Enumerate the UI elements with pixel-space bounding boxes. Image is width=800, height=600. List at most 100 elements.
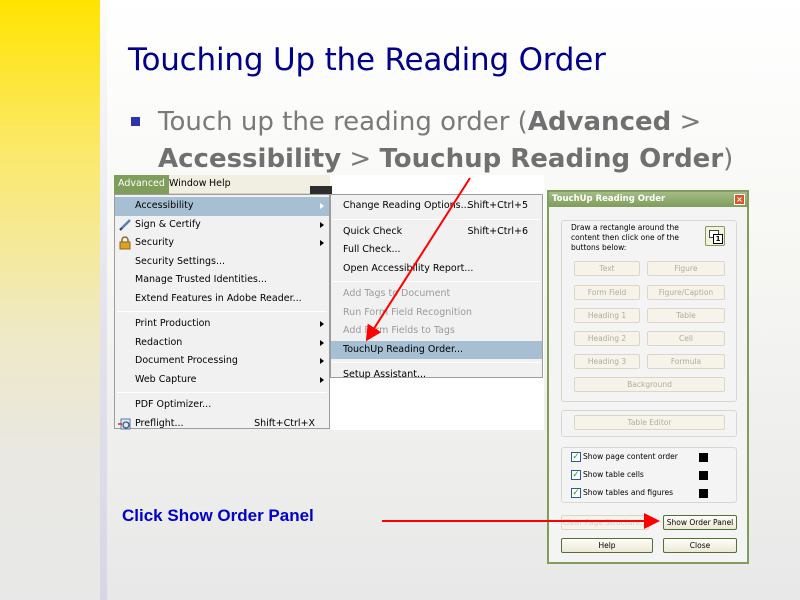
submenu-arrow-icon	[320, 358, 324, 364]
form-field-button[interactable]: Form Field	[574, 285, 640, 300]
menu-item-label: Add Tags to Document	[343, 288, 451, 299]
menubar: Advanced Window Help	[114, 175, 330, 194]
bullet-text-accessibility: Accessibility	[158, 144, 342, 174]
submenu-arrow-icon	[320, 221, 324, 228]
menu-item-full-check[interactable]: Full Check...	[331, 241, 542, 260]
menu-item-label: Quick Check	[343, 225, 403, 237]
heading-3-button[interactable]: Heading 3	[574, 354, 640, 369]
menu-item-preflight[interactable]: Preflight... Shift+Ctrl+X	[115, 415, 329, 434]
menu-item-manage-trusted-identities[interactable]: Manage Trusted Identities...	[115, 271, 329, 290]
menu-item-label: Web Capture	[135, 373, 197, 385]
advanced-menu: Accessibility Sign & Certify Security Se…	[114, 194, 330, 429]
menu-item-print-production[interactable]: Print Production	[115, 315, 329, 334]
menu-item-label: Manage Trusted Identities...	[135, 274, 267, 285]
callout-text: Click Show Order Panel	[122, 506, 314, 525]
clear-page-structure-button: Clear Page Structure...	[561, 515, 649, 530]
menubar-advanced[interactable]: Advanced	[114, 175, 169, 194]
submenu-arrow-icon	[320, 240, 324, 246]
menu-item-label: Full Check...	[343, 244, 401, 255]
menu-item-change-reading-options[interactable]: Change Reading Options... Shift+Ctrl+5	[331, 197, 542, 216]
bullet-text: Touch up the reading order (Advanced > A…	[158, 104, 788, 178]
menu-item-label: Open Accessibility Report...	[343, 262, 474, 274]
content-order-color-swatch[interactable]	[699, 453, 708, 462]
shortcut-label: Shift+Ctrl+6	[467, 225, 528, 237]
cell-button[interactable]: Cell	[647, 331, 725, 346]
menu-item-run-form-field-recognition: Run Form Field Recognition	[331, 304, 542, 323]
menu-separator	[333, 362, 540, 363]
show-page-content-order-checkbox[interactable]: ✓	[571, 452, 581, 462]
formula-button[interactable]: Formula	[647, 354, 725, 369]
menu-item-label: Preflight...	[135, 417, 184, 429]
submenu-arrow-icon	[320, 321, 324, 327]
menu-item-label: Run Form Field Recognition	[343, 306, 473, 318]
menu-item-open-accessibility-report[interactable]: Open Accessibility Report...	[331, 260, 542, 279]
menu-separator	[117, 392, 327, 393]
menu-item-extend-features[interactable]: Extend Features in Adobe Reader...	[115, 290, 329, 309]
submenu-arrow-icon	[320, 376, 324, 383]
show-table-cells-checkbox[interactable]: ✓	[571, 470, 581, 480]
menu-item-touchup-reading-order[interactable]: TouchUp Reading Order...	[331, 340, 542, 359]
show-order-panel-button[interactable]: Show Order Panel	[663, 515, 737, 530]
menu-item-label: Add Form Fields to Tags	[343, 325, 455, 336]
menu-item-web-capture[interactable]: Web Capture	[115, 371, 329, 390]
menu-item-pdf-optimizer[interactable]: PDF Optimizer...	[115, 396, 329, 415]
menu-item-label: Redaction	[135, 336, 183, 348]
menu-item-quick-check[interactable]: Quick Check Shift+Ctrl+6	[331, 223, 542, 242]
show-tables-figures-checkbox[interactable]: ✓	[571, 488, 581, 498]
menu-item-label: Security	[135, 237, 175, 248]
menu-item-redaction[interactable]: Redaction	[115, 334, 329, 353]
menu-item-label: Sign & Certify	[135, 218, 201, 230]
shortcut-label: Shift+Ctrl+5	[467, 200, 528, 211]
background-button[interactable]: Background	[574, 377, 725, 392]
shortcut-label: Shift+Ctrl+X	[254, 417, 315, 429]
order-panel-icon[interactable]: 1	[705, 226, 725, 246]
close-button[interactable]: Close	[663, 538, 737, 553]
submenu-arrow-icon	[320, 203, 324, 209]
dialog-title: TouchUp Reading Order	[549, 192, 747, 207]
slide-accent-edge	[100, 0, 107, 600]
menu-item-accessibility[interactable]: Accessibility	[115, 197, 329, 216]
checkbox-label: Show page content order	[583, 452, 678, 461]
menu-item-label: Extend Features in Adobe Reader...	[135, 292, 302, 304]
lock-icon	[119, 236, 131, 250]
heading-1-button[interactable]: Heading 1	[574, 308, 640, 323]
table-cells-color-swatch[interactable]	[699, 471, 708, 480]
figure-button[interactable]: Figure	[647, 261, 725, 276]
menu-separator	[333, 281, 540, 282]
menu-item-document-processing[interactable]: Document Processing	[115, 352, 329, 371]
menubar-window[interactable]: Window	[169, 178, 206, 189]
menu-item-add-form-fields-to-tags: Add Form Fields to Tags	[331, 322, 542, 341]
menu-item-setup-assistant[interactable]: Setup Assistant...	[331, 366, 542, 385]
bullet-text-close-paren: )	[723, 144, 734, 174]
preflight-icon	[118, 418, 131, 429]
menu-item-sign-certify[interactable]: Sign & Certify	[115, 216, 329, 235]
text-button[interactable]: Text	[574, 261, 640, 276]
menu-item-security-settings[interactable]: Security Settings...	[115, 253, 329, 272]
menu-item-label: Change Reading Options...	[343, 200, 470, 211]
menubar-help[interactable]: Help	[209, 178, 231, 189]
figure-caption-button[interactable]: Figure/Caption	[647, 285, 725, 300]
checkbox-label: Show table cells	[583, 470, 644, 479]
tables-figures-color-swatch[interactable]	[699, 489, 708, 498]
bullet-separator: >	[341, 144, 380, 174]
menu-separator	[117, 311, 327, 312]
checkbox-label: Show tables and figures	[583, 488, 674, 497]
menu-separator	[333, 218, 540, 220]
table-editor-button[interactable]: Table Editor	[574, 415, 725, 430]
heading-2-button[interactable]: Heading 2	[574, 331, 640, 346]
slide-accent-bar	[0, 0, 100, 600]
pen-icon	[119, 218, 131, 231]
bullet-icon	[131, 117, 140, 126]
toolbar-fragment	[310, 186, 332, 194]
table-button[interactable]: Table	[647, 308, 725, 323]
slide-title: Touching Up the Reading Order	[128, 42, 606, 78]
close-icon[interactable]: ×	[734, 194, 745, 205]
help-button[interactable]: Help	[561, 538, 653, 553]
accessibility-submenu: Change Reading Options... Shift+Ctrl+5 Qu…	[330, 194, 543, 380]
menu-item-label: Security Settings...	[135, 255, 226, 267]
menu-item-label: Setup Assistant...	[343, 369, 427, 380]
menu-item-label: PDF Optimizer...	[135, 399, 212, 410]
menu-item-security[interactable]: Security	[115, 234, 329, 253]
menu-item-label: Accessibility	[135, 200, 194, 211]
bullet-text-plain: Touch up the reading order (	[158, 107, 528, 137]
